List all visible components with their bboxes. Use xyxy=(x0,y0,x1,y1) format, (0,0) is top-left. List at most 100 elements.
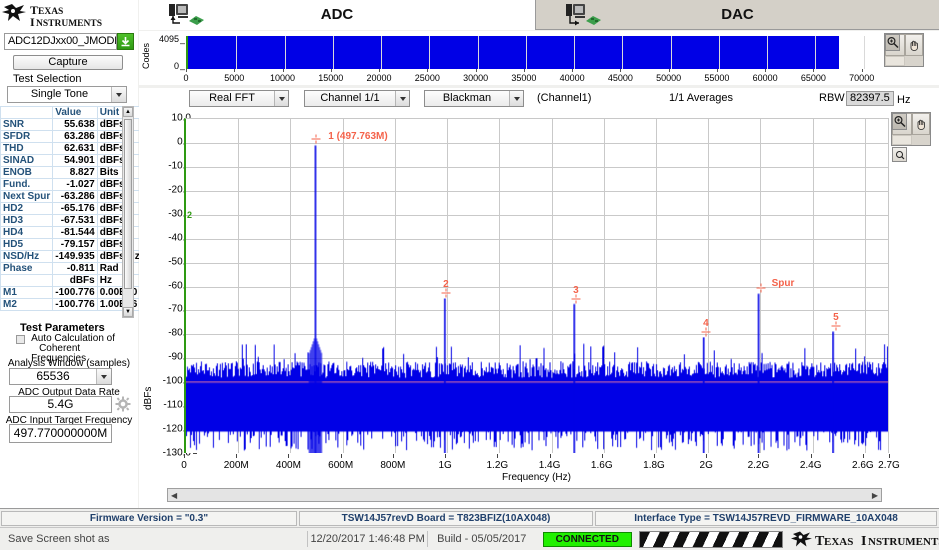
codes-xtick-label: 30000 xyxy=(463,73,489,83)
fft-x-axis: 0 200M 400M 600M 800M 1G 1.2G 1.4G 1.6G 1.8G 2G 2.2… xyxy=(181,454,900,472)
table-row[interactable]: ENOB 8.827 Bits xyxy=(0,166,143,179)
hazard-stripe-icon xyxy=(639,530,783,548)
table-header-row: Value Unit ▼ xyxy=(0,106,143,119)
chevron-down-icon[interactable] xyxy=(509,91,523,106)
table-row[interactable]: SFDR 63.286 dBFs xyxy=(0,130,143,143)
device-selector-row: ADC12DJxx00_JMODE xyxy=(4,33,134,50)
test-selection-dropdown[interactable]: Single Tone xyxy=(7,86,127,103)
chevron-down-icon[interactable] xyxy=(274,91,288,106)
row-unit: 0.00E+0 xyxy=(96,286,143,299)
download-icon[interactable] xyxy=(117,33,134,50)
codes-xtick-label: 45000 xyxy=(607,73,633,83)
codes-xtick-label: 0 xyxy=(183,73,189,83)
codes-tool-palette[interactable]: + xyxy=(884,33,924,67)
fft-horizontal-scrollbar[interactable]: ◀ ▶ xyxy=(167,488,882,502)
table-row[interactable]: HD2 -65.176 dBFs xyxy=(0,202,143,215)
fft-xtick-label: 1.4G xyxy=(538,460,561,471)
fft-tool-palette[interactable]: + xyxy=(891,112,931,146)
fft-xtick-mark xyxy=(236,454,238,458)
dac-generate-icon xyxy=(560,3,608,27)
fft-marker-crosshair[interactable] xyxy=(311,134,321,144)
cursor-icon[interactable] xyxy=(892,147,907,162)
table-row[interactable]: SNR 55.638 dBFs xyxy=(0,118,143,131)
table-row[interactable]: HD5 -79.157 dBFs xyxy=(0,238,143,251)
channel-dropdown[interactable]: Channel 1/1 xyxy=(304,90,410,107)
rbw-field[interactable]: 82397.5 xyxy=(846,91,894,106)
input-freq-field[interactable]: 497.770000000M xyxy=(9,424,112,443)
codes-plot-area[interactable] xyxy=(186,36,881,69)
auto-calc-checkbox[interactable] xyxy=(16,335,25,344)
row-unit: dBFs xyxy=(96,202,143,215)
codes-gridline xyxy=(284,36,286,69)
capture-button[interactable]: Capture xyxy=(13,55,123,70)
col-value: Value xyxy=(52,106,98,119)
table-row[interactable]: SINAD 54.901 dBFs xyxy=(0,154,143,167)
row-value: 63.286 xyxy=(52,130,98,143)
fft-xtick-mark xyxy=(445,454,447,458)
tab-adc[interactable]: ADC xyxy=(139,0,535,30)
fft-xtick-label: 2.7G xyxy=(878,460,900,471)
scroll-down-icon[interactable]: ▼ xyxy=(123,307,133,317)
fft-xtick-mark xyxy=(340,454,342,458)
pan-hand-icon[interactable] xyxy=(905,34,923,56)
chevron-down-icon[interactable] xyxy=(111,87,126,102)
fft-xtick-label: 2G xyxy=(699,460,713,471)
codes-tick-mark xyxy=(427,69,429,72)
table-row[interactable]: Phase -0.811 Rad xyxy=(0,262,143,275)
fft-xtick-mark xyxy=(288,454,290,458)
window-dropdown[interactable]: Blackman xyxy=(424,90,524,107)
tab-dac[interactable]: DAC xyxy=(535,0,939,30)
table-row[interactable]: M2 -100.776 1.00E+6 xyxy=(0,298,143,311)
fft-xtick-mark xyxy=(810,454,812,458)
codes-xtick-label: 65000 xyxy=(800,73,826,83)
channel-value: Channel 1/1 xyxy=(320,92,380,104)
row-label: SNR xyxy=(0,118,54,131)
scrollbar-thumb[interactable] xyxy=(124,119,132,289)
y-axis-cursor-marker[interactable]: 2 xyxy=(187,210,192,220)
row-value: -63.286 xyxy=(52,190,98,203)
table-row[interactable]: Next Spur -63.286 dBFs xyxy=(0,190,143,203)
codes-tick-mark xyxy=(234,69,236,72)
chevron-down-icon[interactable] xyxy=(96,369,111,384)
fft-marker-label: 2 xyxy=(443,278,449,290)
left-control-panel: T EXAS I NSTRUMENTS ADC12DJxx00_JMODE Ca… xyxy=(0,0,143,508)
codes-xtick-label: 25000 xyxy=(414,73,440,83)
fft-type-dropdown[interactable]: Real FFT xyxy=(189,90,289,107)
zoom-icon[interactable] xyxy=(885,34,900,51)
table-scrollbar[interactable]: ▲ ▼ xyxy=(122,106,134,318)
fft-xtick-mark xyxy=(706,454,708,458)
row-label: THD xyxy=(0,142,54,155)
codes-xtick-label: 5000 xyxy=(224,73,245,83)
codes-gridline xyxy=(622,36,624,69)
gear-icon[interactable] xyxy=(115,396,131,412)
scroll-left-icon[interactable]: ◀ xyxy=(168,491,180,500)
save-screenshot-label[interactable]: Save Screen shot as xyxy=(0,533,307,545)
fft-marker-crosshair[interactable] xyxy=(756,283,766,293)
zoom-icon[interactable] xyxy=(892,113,907,130)
fft-xtick-mark xyxy=(601,454,603,458)
scroll-up-icon[interactable]: ▲ xyxy=(123,107,133,117)
pan-hand-icon[interactable] xyxy=(912,113,930,135)
table-row[interactable]: M1 -100.776 0.00E+0 xyxy=(0,286,143,299)
table-row[interactable]: THD 62.631 dBFs xyxy=(0,142,143,155)
device-name-field[interactable]: ADC12DJxx00_JMODE xyxy=(4,33,117,50)
codes-tick-mark xyxy=(620,69,622,72)
fft-marker-label: 5 xyxy=(833,312,839,324)
fft-plot-area[interactable]: 1 (497.763M) 2 3 4 Spur 5 xyxy=(184,118,889,453)
row-unit: dBFs xyxy=(96,214,143,227)
test-selection-label: Test Selection xyxy=(13,73,82,85)
row-unit: Hz xyxy=(96,274,143,287)
analysis-window-dropdown[interactable]: 65536 xyxy=(9,368,112,385)
table-row[interactable]: HD4 -81.544 dBFs xyxy=(0,226,143,239)
row-value: -0.811 xyxy=(52,262,98,275)
codes-tick-dash-top: – xyxy=(180,38,186,48)
scroll-right-icon[interactable]: ▶ xyxy=(869,491,881,500)
table-row[interactable]: dBFs Hz xyxy=(0,274,143,287)
row-unit: dBFs xyxy=(96,190,143,203)
output-rate-field[interactable]: 5.4G xyxy=(9,396,112,413)
table-row[interactable]: NSD/Hz -149.935 dBFs/Hz xyxy=(0,250,143,263)
fft-marker-label: 3 xyxy=(573,284,579,296)
table-row[interactable]: HD3 -67.531 dBFs xyxy=(0,214,143,227)
chevron-down-icon[interactable] xyxy=(395,91,409,106)
table-row[interactable]: Fund. -1.027 dBFs xyxy=(0,178,143,191)
